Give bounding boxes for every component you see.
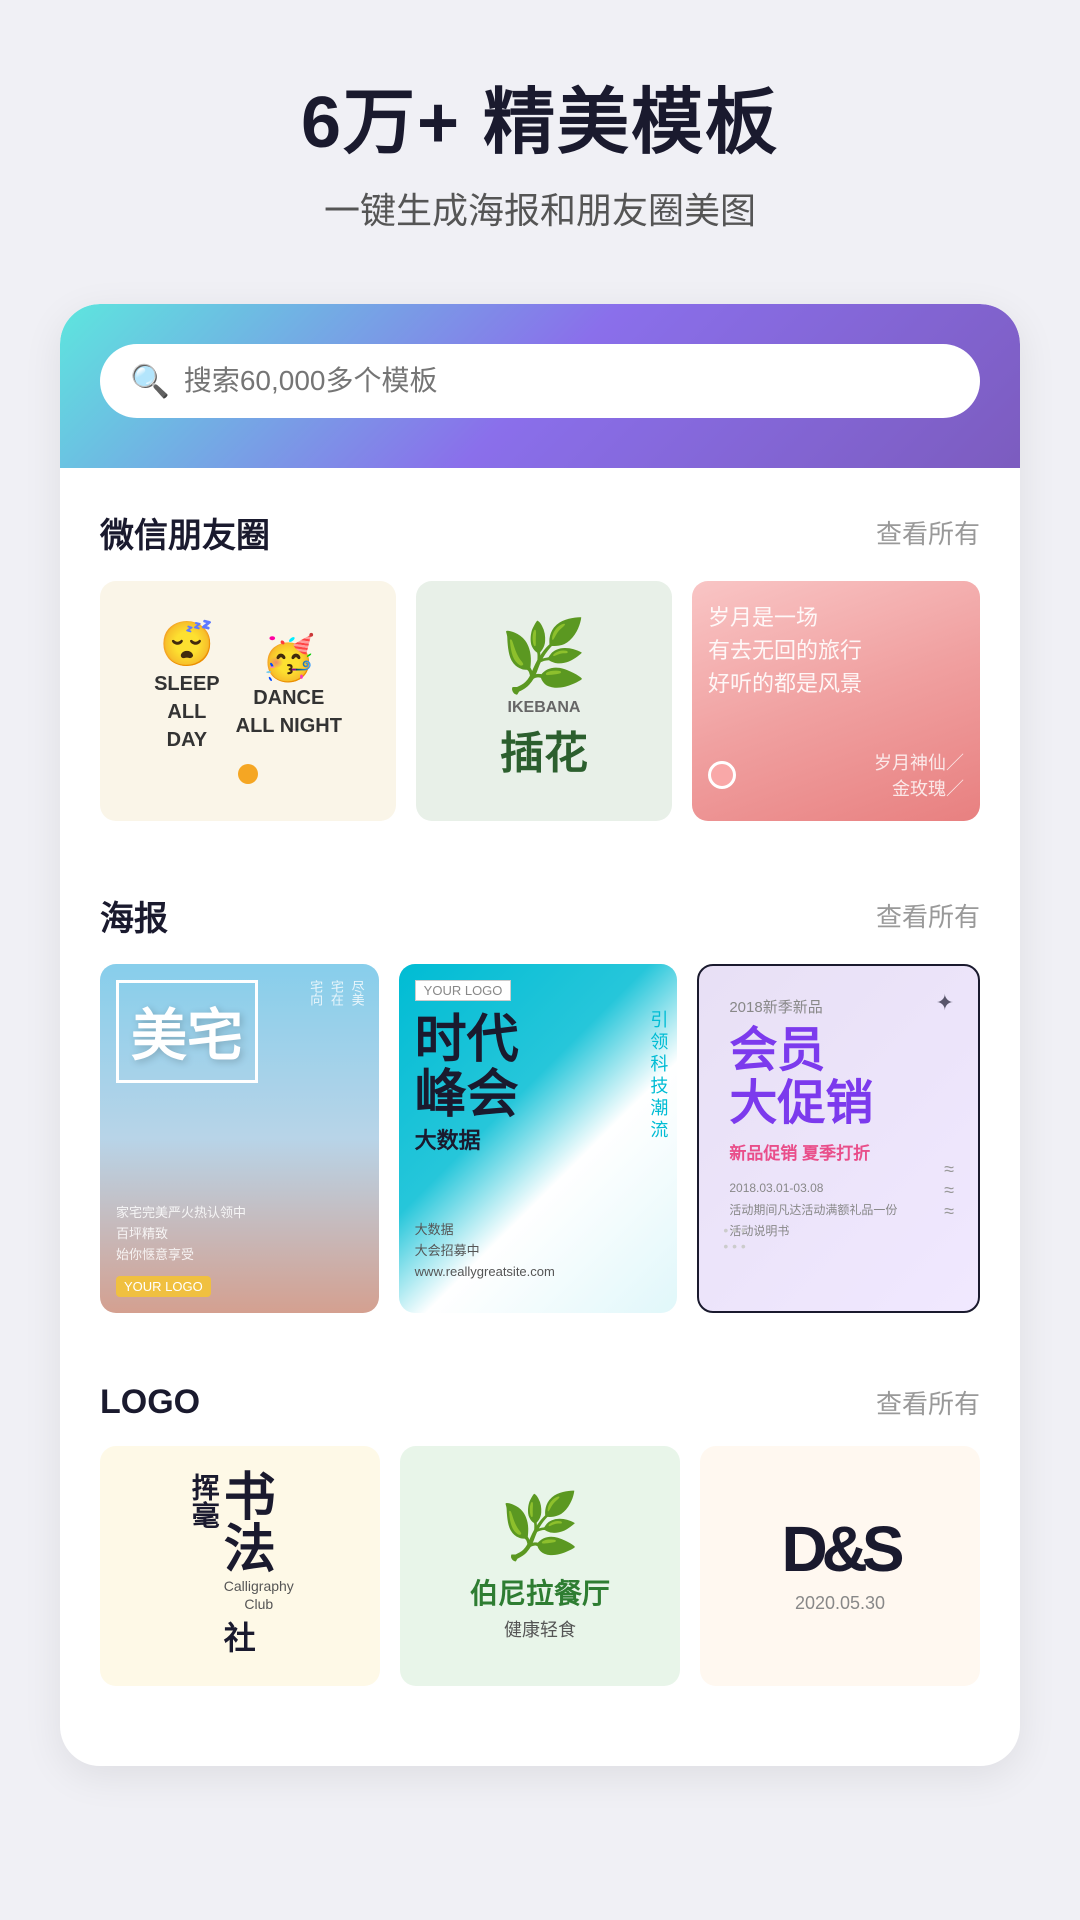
ds-date: 2020.05.30 [781,1593,898,1614]
poster-card-bigdata[interactable]: YOUR LOGO 时代峰会 大数据 引领科技潮流 大数据大会招募中www.re… [399,964,678,1312]
logo-section-header: LOGO 查看所有 [100,1383,980,1422]
sleep-text: SLEEPALLDAY [154,670,220,754]
calligraphy-en: CalligraphyClub [224,1577,294,1613]
poster-card-member[interactable]: 2018新季新品 会员大促销 新品促销 夏季打折 2018.03.01-03.0… [697,964,980,1312]
wechat-section-title: 微信朋友圈 [100,508,270,557]
deco-lines: ≈≈≈ [944,1159,954,1222]
deco-cross-top: ✦ [936,990,954,1016]
logo-section-title: LOGO [100,1383,200,1422]
poster-year: 2018新季新品 [729,996,948,1017]
poster-detail: 大数据大会招募中www.reallygreatsite.com [415,1220,555,1282]
pink-dot [708,761,736,789]
wechat-section: 微信朋友圈 查看所有 😴 SLEEPALLDAY 🥳 DANCEALL NIGH… [60,468,1020,821]
dance-text: DANCEALL NIGHT [236,684,342,740]
poster-logo: YOUR LOGO [415,980,512,1001]
wechat-card-grid: 😴 SLEEPALLDAY 🥳 DANCEALL NIGHT 🌿 IKEBANA… [100,581,980,821]
calligraphy-she: 社 [224,1613,256,1659]
poster-promo: 新品促销 夏季打折 [729,1139,948,1164]
logo-card-calligraphy[interactable]: 挥毫 书法 CalligraphyClub 社 [100,1446,380,1686]
wechat-view-all[interactable]: 查看所有 [876,514,980,551]
poster-bottom-text: 家宅完美严火热认领中百坪精致始你惬意享受 [116,1203,363,1265]
search-bar[interactable]: 🔍 [100,344,980,418]
wechat-card-dot [238,764,258,784]
logo-view-all[interactable]: 查看所有 [876,1384,980,1421]
header-section: 6万+ 精美模板 一键生成海报和朋友圈美图 [0,0,1080,274]
poster-section: 海报 查看所有 美宅 尽美宅在宅向 家宅完美严火热认领中百坪精致始你惬意享受 Y… [60,851,1020,1312]
search-icon: 🔍 [130,362,170,400]
search-input[interactable] [184,365,950,397]
main-title: 6万+ 精美模板 [40,80,1040,166]
poem-bottom: 岁月神仙／金玫瑰／ [708,749,964,801]
poem-sub: 岁月神仙／金玫瑰／ [874,749,964,801]
app-card: 🔍 微信朋友圈 查看所有 😴 SLEEPALLDAY 🥳 DANCEALL NI… [60,304,1020,1765]
logo-card-restaurant[interactable]: 🌿 伯尼拉餐厅 健康轻食 [400,1446,680,1686]
calligraphy-shufa: 书法 [224,1473,276,1577]
restaurant-name: 伯尼拉餐厅 [470,1572,610,1612]
poster-section-title: 海报 [100,891,168,940]
ds-text: D&S [781,1517,898,1581]
restaurant-icon: 🌿 [470,1489,610,1564]
logo-card-ds[interactable]: D&S 2020.05.30 [700,1446,980,1686]
poem-text: 岁月是一场有去无回的旅行好听的都是风景 [708,601,964,700]
poster-section-header: 海报 查看所有 [100,891,980,940]
search-bar-container: 🔍 [60,304,1020,468]
poster-sub: 引领科技潮流 [645,1010,671,1142]
sub-title: 一键生成海报和朋友圈美图 [40,182,1040,234]
poster-card-grid: 美宅 尽美宅在宅向 家宅完美严火热认领中百坪精致始你惬意享受 YOUR LOGO… [100,964,980,1312]
poster-view-all[interactable]: 查看所有 [876,897,980,934]
wechat-card-sleep-dance[interactable]: 😴 SLEEPALLDAY 🥳 DANCEALL NIGHT [100,581,396,821]
deco-dots: • • •• • • [723,1222,745,1254]
your-logo-badge: YOUR LOGO [116,1276,211,1297]
poster-prefix: 大数据 [415,1123,662,1155]
wechat-card-ikebana[interactable]: 🌿 IKEBANA 插花 [416,581,672,821]
ikebana-en: IKEBANA [500,699,588,717]
restaurant-sub: 健康轻食 [470,1616,610,1642]
wechat-section-header: 微信朋友圈 查看所有 [100,508,980,557]
poster-detail2: 2018.03.01-03.08 活动期间凡达活动满额礼品一份 活动说明书 [729,1178,948,1243]
poster-member: 会员大促销 [729,1025,948,1131]
meizhai-text: 美宅 [116,980,258,1083]
poster-main: 时代峰会 [415,1013,662,1122]
logo-card-grid: 挥毫 书法 CalligraphyClub 社 🌿 伯尼拉餐厅 健康轻食 [100,1446,980,1686]
ikebana-cn: 插花 [500,717,588,781]
logo-section: LOGO 查看所有 挥毫 书法 CalligraphyClub 社 [60,1343,1020,1686]
poster-card-meizhai[interactable]: 美宅 尽美宅在宅向 家宅完美严火热认领中百坪精致始你惬意享受 YOUR LOGO [100,964,379,1312]
wechat-card-poem[interactable]: 岁月是一场有去无回的旅行好听的都是风景 岁月神仙／金玫瑰／ [692,581,980,821]
calligraphy-cn-main: 挥毫 [186,1473,220,1529]
poster-side-text: 尽美宅在宅向 [304,980,366,1006]
